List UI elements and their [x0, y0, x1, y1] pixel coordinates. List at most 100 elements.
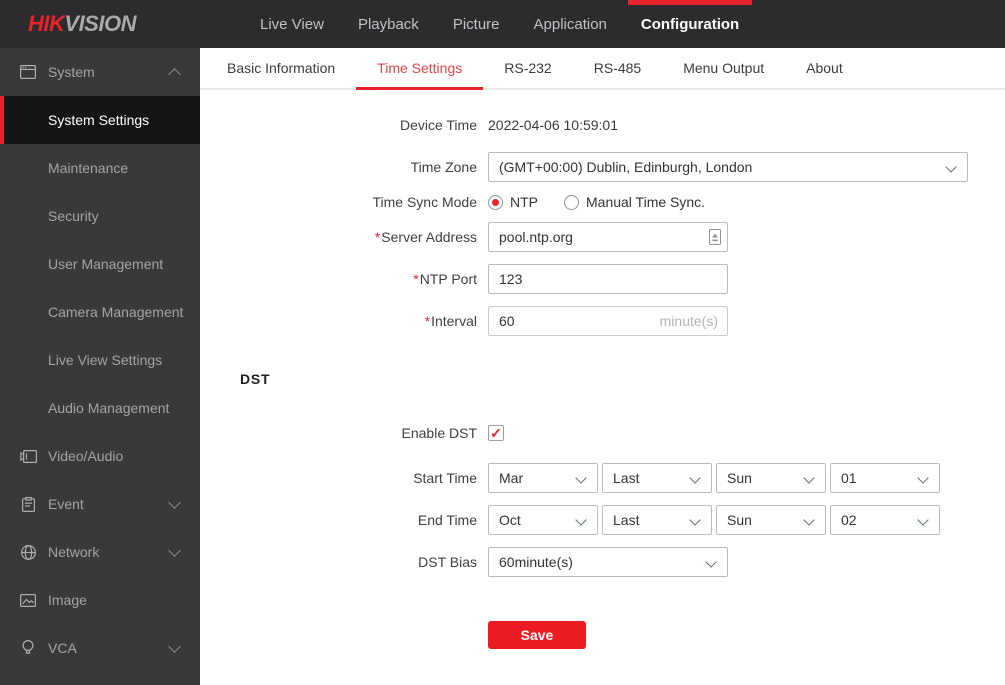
- time-settings-form: Device Time 2022-04-06 10:59:01 Time Zon…: [200, 110, 1005, 649]
- time-zone-selected-value: (GMT+00:00) Dublin, Edinburgh, London: [499, 159, 753, 175]
- end-day-select[interactable]: Sun: [716, 505, 826, 535]
- sidebar-item-video-audio[interactable]: Video/Audio: [0, 432, 200, 480]
- sidebar-item-event[interactable]: Event: [0, 480, 200, 528]
- start-day-select[interactable]: Sun: [716, 463, 826, 493]
- chevron-up-icon: [168, 68, 181, 81]
- chevron-down-icon: [803, 472, 815, 484]
- sidebar-item-vca[interactable]: VCA: [0, 624, 200, 672]
- sidebar-item-network[interactable]: Network: [0, 528, 200, 576]
- tab-basic-information[interactable]: Basic Information: [206, 48, 356, 88]
- time-zone-select[interactable]: (GMT+00:00) Dublin, Edinburgh, London: [488, 152, 968, 182]
- interval-input[interactable]: [488, 306, 728, 336]
- tab-about[interactable]: About: [785, 48, 864, 88]
- start-day-value: Sun: [727, 470, 752, 486]
- nav-picture[interactable]: Picture: [436, 0, 517, 48]
- interval-row: *Interval minute(s): [200, 306, 1005, 336]
- sidebar-item-label: Video/Audio: [48, 448, 124, 464]
- radio-dot: [492, 198, 499, 206]
- required-asterisk: *: [424, 313, 431, 329]
- sidebar-item-image[interactable]: Image: [0, 576, 200, 624]
- time-sync-mode-options: NTP Manual Time Sync.: [488, 194, 731, 210]
- end-month-select[interactable]: Oct: [488, 505, 598, 535]
- end-week-select[interactable]: Last: [602, 505, 712, 535]
- ntp-port-input[interactable]: [488, 264, 728, 294]
- sidebar-item-audio-management[interactable]: Audio Management: [0, 384, 200, 432]
- server-address-label: *Server Address: [374, 229, 477, 245]
- end-week-value: Last: [613, 512, 640, 528]
- sidebar-item-label: Event: [48, 496, 84, 512]
- dst-bias-select[interactable]: 60minute(s): [488, 547, 728, 577]
- sidebar-item-live-view-settings[interactable]: Live View Settings: [0, 336, 200, 384]
- save-button[interactable]: Save: [488, 621, 586, 649]
- chevron-down-icon: [945, 161, 957, 173]
- nav-live-view[interactable]: Live View: [243, 0, 341, 48]
- sidebar-item-label: System Settings: [48, 112, 150, 128]
- ntp-radio-label: NTP: [510, 194, 538, 210]
- tab-bar: Basic Information Time Settings RS-232 R…: [200, 48, 1005, 90]
- enable-dst-label: Enable DST: [401, 425, 477, 441]
- tab-time-settings[interactable]: Time Settings: [356, 48, 484, 90]
- server-address-field-wrap: [488, 222, 728, 252]
- end-day-value: Sun: [727, 512, 752, 528]
- logo-hik-text: HIK: [28, 11, 65, 36]
- sidebar: System System Settings Maintenance Secur…: [0, 48, 200, 685]
- start-month-select[interactable]: Mar: [488, 463, 598, 493]
- end-hour-value: 02: [841, 512, 857, 528]
- sidebar-item-maintenance[interactable]: Maintenance: [0, 144, 200, 192]
- active-tab-indicator: [356, 87, 484, 90]
- sidebar-item-label: Image: [48, 592, 87, 608]
- time-zone-row: Time Zone (GMT+00:00) Dublin, Edinburgh,…: [200, 152, 1005, 182]
- server-address-input[interactable]: [488, 222, 728, 252]
- start-hour-value: 01: [841, 470, 857, 486]
- manual-time-sync-radio[interactable]: [564, 194, 579, 210]
- hikvision-logo: HIKVISION: [28, 11, 136, 37]
- chevron-down-icon: [705, 556, 717, 568]
- dst-section-heading: DST: [240, 371, 271, 387]
- nav-configuration[interactable]: Configuration: [624, 0, 756, 48]
- chevron-down-icon: [575, 472, 587, 484]
- time-sync-mode-label: Time Sync Mode: [372, 194, 477, 210]
- server-address-row: *Server Address: [200, 222, 1005, 252]
- enable-dst-checkbox[interactable]: ✓: [488, 425, 504, 441]
- ntp-radio[interactable]: [488, 194, 503, 210]
- tab-rs-485[interactable]: RS-485: [573, 48, 662, 88]
- sidebar-item-label: Security: [48, 208, 99, 224]
- device-time-label: Device Time: [399, 117, 477, 133]
- sidebar-item-label: User Management: [48, 256, 164, 272]
- save-row: Save: [200, 621, 1005, 649]
- start-week-value: Last: [613, 470, 640, 486]
- end-hour-select[interactable]: 02: [830, 505, 940, 535]
- sidebar-item-camera-management[interactable]: Camera Management: [0, 288, 200, 336]
- sidebar-item-user-management[interactable]: User Management: [0, 240, 200, 288]
- sidebar-item-system[interactable]: System: [0, 48, 200, 96]
- sidebar-item-label: Network: [48, 544, 100, 560]
- chevron-down-icon: [575, 514, 587, 526]
- manual-time-sync-radio-label: Manual Time Sync.: [586, 194, 706, 210]
- nav-configuration-label: Configuration: [640, 15, 740, 33]
- chevron-down-icon: [917, 514, 929, 526]
- sidebar-item-system-settings[interactable]: System Settings: [0, 96, 200, 144]
- ntp-port-field-wrap: [488, 264, 728, 294]
- start-week-select[interactable]: Last: [602, 463, 712, 493]
- tab-rs-232[interactable]: RS-232: [483, 48, 572, 88]
- top-bar: HIKVISION Live View Playback Picture App…: [0, 0, 1005, 48]
- sidebar-item-label: VCA: [48, 640, 77, 656]
- tab-menu-output[interactable]: Menu Output: [662, 48, 785, 88]
- time-sync-mode-row: Time Sync Mode NTP Manual Time Sync.: [200, 194, 1005, 210]
- main-panel: Basic Information Time Settings RS-232 R…: [200, 48, 1005, 685]
- ntp-test-icon[interactable]: [709, 229, 721, 245]
- interval-label: *Interval: [424, 313, 477, 329]
- chevron-down-icon: [168, 496, 181, 509]
- start-hour-select[interactable]: 01: [830, 463, 940, 493]
- sidebar-item-label: Camera Management: [48, 304, 184, 320]
- end-time-row: End Time Oct Last Sun 02: [200, 505, 1005, 535]
- enable-dst-row: Enable DST ✓: [200, 418, 1005, 448]
- vca-icon: [19, 639, 37, 657]
- chevron-down-icon: [803, 514, 815, 526]
- nav-playback[interactable]: Playback: [341, 0, 436, 48]
- video-audio-icon: [19, 447, 37, 465]
- nav-application[interactable]: Application: [517, 0, 624, 48]
- end-month-value: Oct: [499, 512, 521, 528]
- dst-bias-value: 60minute(s): [499, 554, 573, 570]
- sidebar-item-security[interactable]: Security: [0, 192, 200, 240]
